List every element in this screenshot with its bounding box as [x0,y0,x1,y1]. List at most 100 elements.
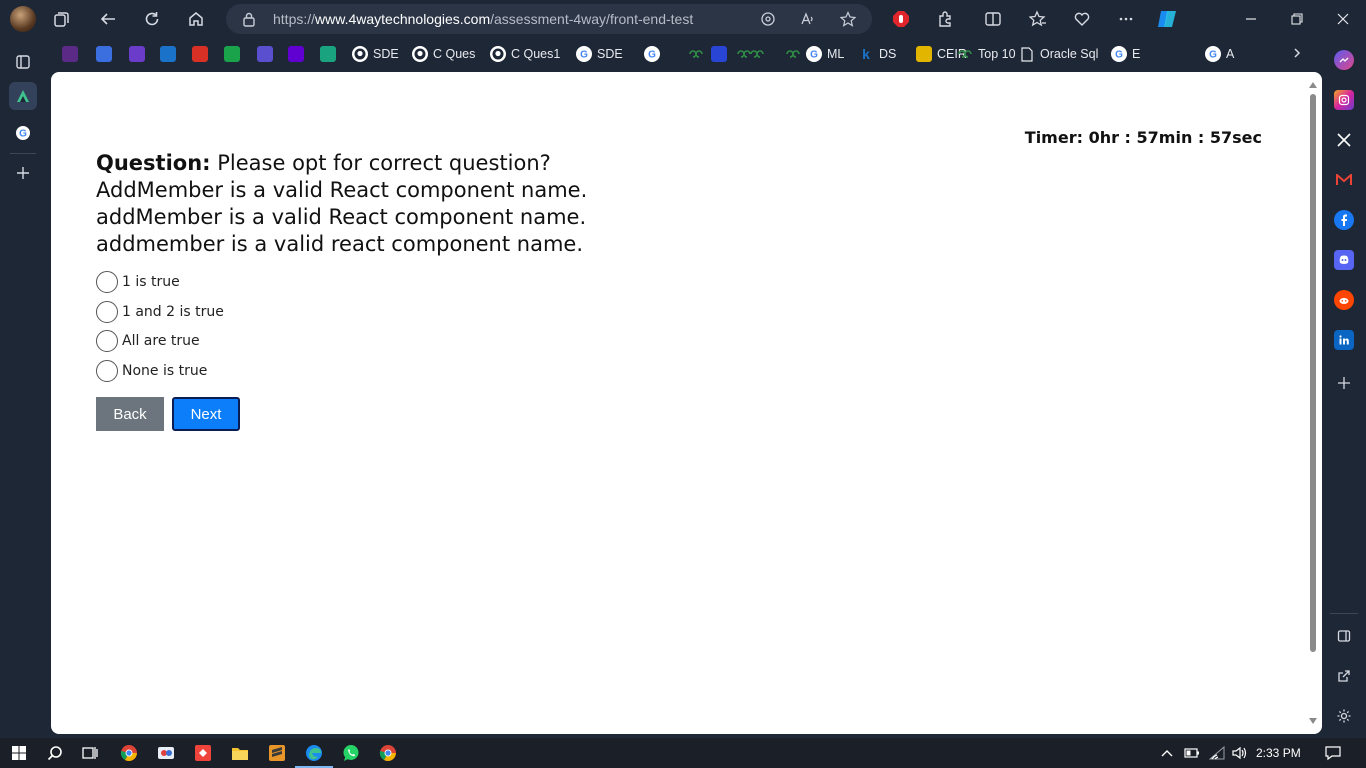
question-line: addmember is a valid react component nam… [96,232,584,256]
svg-text:G: G [1209,50,1217,61]
bookmark-item[interactable] [288,44,304,64]
restore-icon[interactable] [1282,6,1312,32]
bookmark-item[interactable]: SDE [352,44,399,64]
radio-button[interactable] [96,300,118,323]
extensions-icon[interactable] [932,6,958,32]
sublime-text-icon[interactable] [266,742,288,764]
bookmark-item[interactable] [62,44,78,64]
address-bar[interactable]: https://www.4waytechnologies.com/assessm… [226,4,872,34]
right-sidebar-divider [1330,613,1358,614]
back-arrow-icon[interactable] [95,6,121,32]
refresh-icon[interactable] [139,6,165,32]
whatsapp-icon[interactable] [340,742,362,764]
close-icon[interactable] [1328,6,1358,32]
gfg-green-icon [957,46,973,62]
to-icon [129,46,145,62]
read-aloud-icon[interactable] [798,9,818,29]
bookmark-item[interactable]: C Ques [412,44,475,64]
favorites-icon[interactable] [1025,6,1051,32]
new-tab-plus-icon[interactable] [9,159,37,187]
bookmark-item[interactable] [96,44,112,64]
edge-browser-icon[interactable] [295,742,333,768]
browser-essentials-icon[interactable] [1069,6,1095,32]
settings-gear-icon[interactable] [1334,706,1354,726]
reddit-icon[interactable] [1334,290,1354,310]
answer-option[interactable]: 1 is true [96,267,224,297]
task-view-icon[interactable] [79,742,101,764]
scrollbar-thumb[interactable] [1310,94,1316,652]
facebook-icon[interactable] [1334,210,1354,230]
windows-start-icon[interactable] [8,742,30,764]
radio-button[interactable] [96,270,118,293]
split-screen-icon[interactable] [980,6,1006,32]
bookmark-item[interactable]: Top 10 [957,44,1016,64]
profile-avatar[interactable] [10,6,36,32]
bookmark-item[interactable] [257,44,273,64]
favorite-star-icon[interactable] [838,9,858,29]
tab-google[interactable]: G [9,119,37,147]
answer-option[interactable]: All are true [96,326,224,356]
file-explorer-icon[interactable] [229,742,251,764]
gfg-icon [785,46,801,62]
location-icon[interactable] [758,9,778,29]
bookmark-item[interactable] [320,44,336,64]
copilot-icon[interactable] [1154,6,1180,32]
battery-icon[interactable] [1183,745,1201,761]
bookmarks-bar: SDE C Ques C Ques1 G SDE G G ML k DS CEIR Top 10 Ora… [50,40,1316,68]
radio-button[interactable] [96,330,118,353]
messenger-icon[interactable] [1334,50,1354,70]
linkedin-icon[interactable] [1334,330,1354,350]
back-button[interactable]: Back [96,397,164,431]
bookmark-item[interactable]: G [644,44,660,64]
anydesk-icon[interactable] [192,742,214,764]
bookmark-item[interactable] [711,44,727,64]
bookmark-item[interactable] [224,44,240,64]
open-external-icon[interactable] [1334,666,1354,686]
home-icon[interactable] [183,6,209,32]
bookmark-item[interactable]: k DS [858,44,896,64]
chrome-icon[interactable] [118,742,140,764]
chrome-profile-icon[interactable] [377,742,399,764]
wifi-icon[interactable] [1208,745,1226,761]
x-twitter-icon[interactable] [1334,130,1354,150]
tab-active-site[interactable] [9,82,37,110]
notifications-icon[interactable] [1324,745,1342,761]
bookmark-item[interactable] [129,44,145,64]
snipping-tool-icon[interactable] [155,742,177,764]
radio-button[interactable] [96,359,118,382]
hide-sidebar-icon[interactable] [1334,626,1354,646]
scroll-down-arrow-icon[interactable] [1309,718,1317,724]
answer-option[interactable]: 1 and 2 is true [96,297,224,327]
bookmark-item[interactable]: G ML [806,44,844,64]
show-hidden-icons-chevron-icon[interactable] [1159,745,1175,761]
bookmark-item[interactable] [749,44,765,64]
discord-icon[interactable] [1334,250,1354,270]
bookmark-item[interactable]: C Ques1 [490,44,560,64]
bookmark-item[interactable]: G SDE [576,44,623,64]
answer-option[interactable]: None is true [96,356,224,386]
instagram-icon[interactable] [1334,90,1354,110]
next-button[interactable]: Next [172,397,240,431]
bookmark-item[interactable] [192,44,208,64]
bookmark-item[interactable] [688,44,704,64]
taskbar-clock[interactable]: 2:33 PM [1256,746,1301,760]
gmail-icon[interactable] [1334,170,1354,190]
more-menu-icon[interactable] [1113,6,1139,32]
add-sidebar-app-plus-icon[interactable] [1334,373,1354,393]
bookmark-item[interactable]: Oracle Sql [1019,44,1098,64]
tab-actions-icon[interactable] [9,48,37,76]
scroll-up-arrow-icon[interactable] [1309,82,1317,88]
page-scrollbar[interactable] [1307,80,1319,728]
bookmark-item[interactable]: GA [1205,44,1234,64]
bookmark-item[interactable]: GE [1111,44,1140,64]
volume-icon[interactable] [1230,745,1248,761]
minimize-icon[interactable] [1236,6,1266,32]
search-icon[interactable] [44,742,66,764]
bookmark-item[interactable] [160,44,176,64]
bookmark-item[interactable] [785,44,801,64]
url-text[interactable]: https://www.4waytechnologies.com/assessm… [273,11,693,27]
adblock-icon[interactable] [888,6,914,32]
gfg-green-icon [749,46,765,62]
workspaces-icon[interactable] [49,6,75,32]
bookmarks-overflow-chevron-icon[interactable] [1284,40,1310,66]
